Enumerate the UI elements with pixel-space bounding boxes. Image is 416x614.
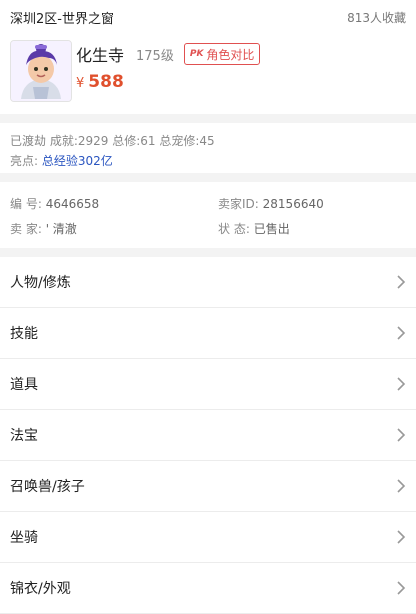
chevron-right-icon [397, 581, 406, 595]
seller-label: 卖 家: [10, 222, 42, 236]
role-avatar [10, 40, 72, 102]
highlight-line: 亮点: 总经验302亿 [10, 151, 406, 171]
divider [0, 248, 416, 257]
stats-line: 已渡劫 成就:2929 总修:61 总宠修:45 [10, 134, 215, 148]
highlight-value: 总经验302亿 [41, 154, 113, 168]
seller-id-value: 28156640 [262, 197, 324, 211]
seller: 卖 家: ' 清澈 [10, 217, 218, 242]
compare-role-label: 角色对比 [206, 47, 255, 62]
status-label: 状 态: [218, 222, 250, 236]
divider [0, 173, 416, 182]
detail-menu: 人物/修炼 技能 道具 法宝 召唤兽/孩子 坐骑 锦衣/外观 [0, 257, 416, 614]
seller-id: 卖家ID: 28156640 [218, 192, 406, 217]
chevron-right-icon [397, 428, 406, 442]
chevron-right-icon [397, 530, 406, 544]
compare-role-button[interactable]: PK 角色对比 [183, 43, 261, 65]
order-id: 编 号: 4646658 [10, 192, 218, 217]
menu-item-items[interactable]: 道具 [0, 359, 416, 410]
highlight-label: 亮点: [10, 154, 39, 168]
chevron-right-icon [397, 275, 406, 289]
pk-icon: PK [189, 49, 204, 59]
menu-item-label: 法宝 [10, 428, 38, 444]
status-value: 已售出 [253, 222, 290, 236]
menu-item-mounts[interactable]: 坐骑 [0, 512, 416, 563]
order-id-label: 编 号: [10, 197, 42, 211]
seller-id-label: 卖家ID: [218, 197, 259, 211]
menu-item-skills[interactable]: 技能 [0, 308, 416, 359]
menu-item-label: 人物/修炼 [10, 275, 71, 291]
order-id-value: 4646658 [45, 197, 100, 211]
menu-item-label: 技能 [10, 326, 38, 342]
menu-item-label: 锦衣/外观 [10, 581, 71, 597]
role-stats: 已渡劫 成就:2929 总修:61 总宠修:45 亮点: 总经验302亿 [0, 123, 416, 173]
status: 状 态: 已售出 [218, 217, 406, 242]
price: ¥588 [76, 72, 124, 92]
chevron-right-icon [397, 479, 406, 493]
menu-item-character[interactable]: 人物/修炼 [0, 257, 416, 308]
currency-symbol: ¥ [76, 76, 85, 91]
menu-item-label: 坐骑 [10, 530, 38, 546]
divider [0, 114, 416, 123]
role-name: 化生寺 [76, 46, 125, 65]
top-bar: 深圳2区-世界之窗 813人收藏 [0, 0, 416, 34]
menu-item-label: 召唤兽/孩子 [10, 479, 85, 495]
menu-item-treasure[interactable]: 法宝 [0, 410, 416, 461]
favorites-count[interactable]: 813人收藏 [347, 9, 406, 26]
role-title-row: 化生寺 175级 PK 角色对比 [76, 42, 261, 66]
chevron-right-icon [397, 377, 406, 391]
trade-info: 编 号: 4646658 卖家ID: 28156640 卖 家: ' 清澈 状 … [0, 182, 416, 248]
menu-item-label: 道具 [10, 377, 38, 393]
chevron-right-icon [397, 326, 406, 340]
role-card: 化生寺 175级 PK 角色对比 ¥588 [0, 34, 416, 114]
menu-item-pets[interactable]: 召唤兽/孩子 [0, 461, 416, 512]
menu-item-outfits[interactable]: 锦衣/外观 [0, 563, 416, 614]
price-value: 588 [88, 72, 124, 92]
role-level: 175级 [136, 48, 174, 64]
server-name: 深圳2区-世界之窗 [10, 11, 114, 27]
seller-value: ' 清澈 [45, 222, 77, 236]
